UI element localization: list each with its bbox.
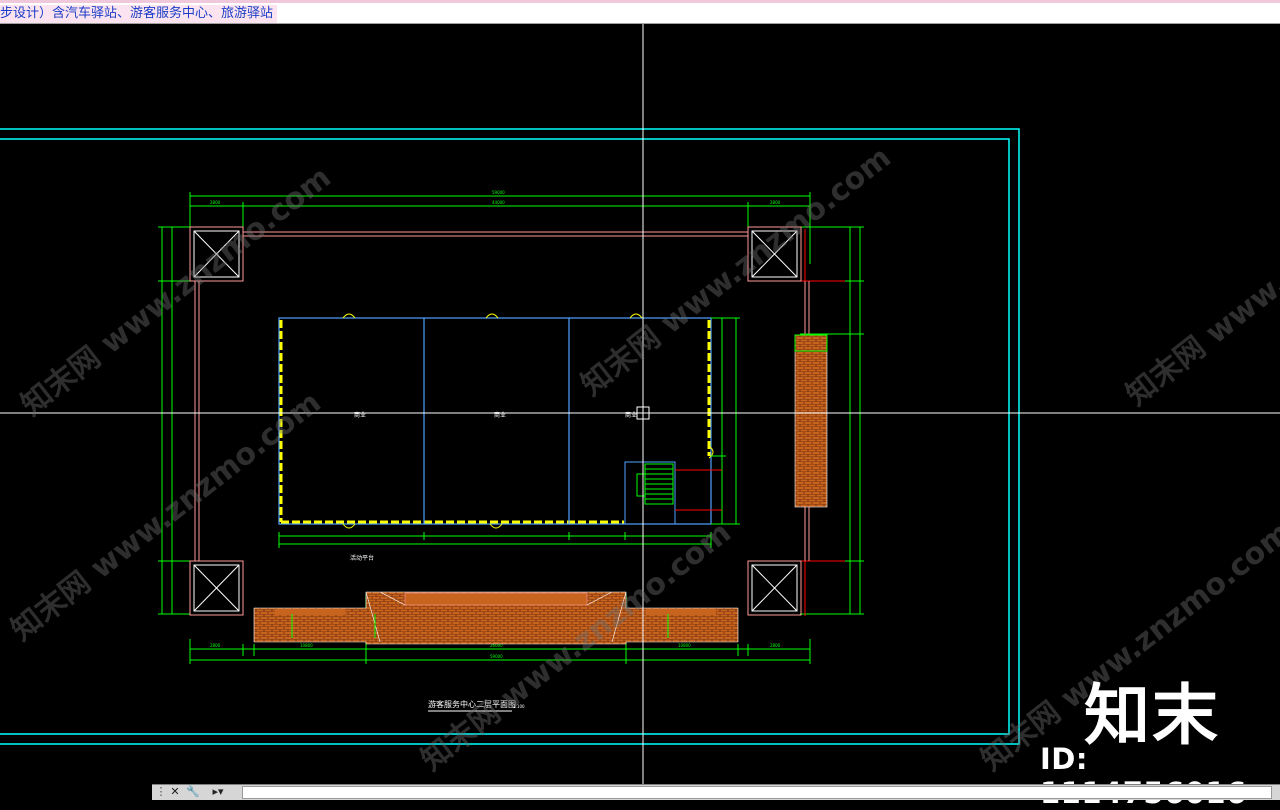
platform-label: 活动平台 [350, 554, 374, 562]
svg-text:59000: 59000 [490, 654, 503, 659]
building-walls [194, 231, 810, 561]
room-labels: 商业 商业 商业 活动平台 [350, 411, 637, 562]
corner-core-bl [189, 560, 244, 616]
inner-frame [0, 138, 1010, 735]
command-input[interactable] [242, 786, 1272, 799]
room-label-1: 商业 [354, 411, 366, 419]
svg-text:2800: 2800 [770, 643, 781, 648]
title-bar-accent [0, 0, 1280, 3]
svg-text:59000: 59000 [492, 190, 505, 195]
stair-treads [636, 463, 674, 505]
room-label-2: 商业 [494, 411, 506, 419]
title-bar: 步设计）含汽车驿站、游客服务中心、旅游驿站 [0, 0, 1280, 24]
svg-text:10800: 10800 [678, 643, 691, 648]
bottom-dimension-text: 2800 10800 26000 10800 280059000 [210, 643, 781, 659]
shop-doors [342, 313, 714, 529]
svg-text:2800: 2800 [210, 200, 221, 205]
close-icon[interactable]: ✕ [168, 786, 182, 799]
svg-text:44000: 44000 [492, 200, 505, 205]
shop-partitions [423, 318, 570, 524]
room-label-3: 商业 [625, 411, 637, 419]
bottom-brick-band-right [646, 609, 716, 615]
wrench-icon[interactable]: 🔧 [186, 786, 200, 799]
right-brick-element [794, 334, 828, 508]
top-dimension-text: 59000 2800 44000 2800 [210, 190, 781, 205]
inner-dim-red [675, 469, 722, 511]
corner-core-tl [189, 226, 244, 282]
outer-frame [0, 128, 1020, 745]
corner-core-tr [747, 226, 802, 282]
inner-dimensions [278, 317, 740, 548]
command-prompt-icon[interactable]: ▸▾ [208, 786, 228, 799]
drawing-scale: 1:100 [513, 704, 525, 709]
svg-text:2800: 2800 [210, 643, 221, 648]
grip-icon[interactable]: ⋮ [154, 786, 168, 799]
left-dimensions [158, 226, 190, 615]
bottom-brick-band-left [275, 609, 345, 615]
svg-text:2800: 2800 [770, 200, 781, 205]
corner-core-br [747, 560, 802, 616]
stair-enclosure [624, 461, 676, 525]
command-line-bar: ⋮ ✕ 🔧 ▸▾ [152, 784, 1280, 800]
svg-text:10800: 10800 [300, 643, 313, 648]
bottom-brick-band [404, 592, 588, 606]
shop-block [278, 317, 712, 525]
document-tab-title[interactable]: 步设计）含汽车驿站、游客服务中心、旅游驿站 [0, 5, 278, 23]
drawing-title: 游客服务中心二层平面图 [428, 699, 516, 709]
